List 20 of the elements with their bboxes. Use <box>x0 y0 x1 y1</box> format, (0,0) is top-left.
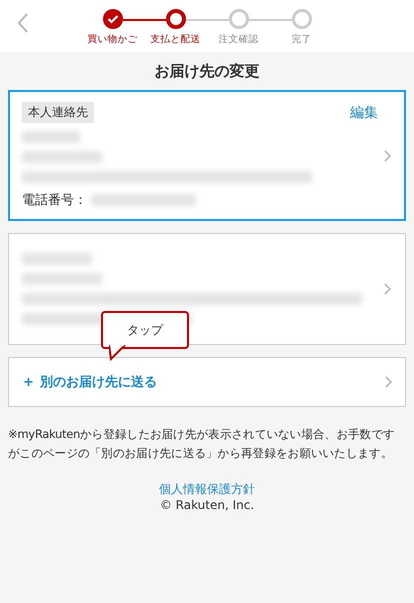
address-card[interactable]: 本人連絡先 編集 電話番号： <box>8 90 406 221</box>
blurred-text <box>22 131 80 143</box>
chevron-right-icon <box>385 376 393 388</box>
chevron-right-icon <box>384 150 392 162</box>
step-label: 支払と配送 <box>150 33 200 46</box>
step-label: 完了 <box>292 33 312 46</box>
chevron-right-icon <box>384 283 392 295</box>
address-tag: 本人連絡先 <box>22 102 94 123</box>
address-card[interactable] <box>8 233 406 345</box>
blurred-text <box>22 253 92 265</box>
copyright-text: © Rakuten, Inc. <box>160 498 254 512</box>
add-address-button[interactable]: + 別のお届け先に送る <box>8 357 406 407</box>
back-icon[interactable] <box>16 12 30 34</box>
edit-link[interactable]: 編集 <box>350 104 378 122</box>
phone-label: 電話番号： <box>22 192 87 209</box>
step-label: 注文確認 <box>218 33 258 46</box>
note-text: ※myRakutenから登録したお届け先が表示されていない場合、お手数ですがこのページの「別のお届け先に送る」から再登録をお願いいたします。 <box>8 426 396 462</box>
privacy-policy-link[interactable]: 個人情報保護方針 <box>159 481 255 498</box>
page-title: お届け先の変更 <box>154 62 260 80</box>
step-label: 買い物かご <box>88 33 138 46</box>
